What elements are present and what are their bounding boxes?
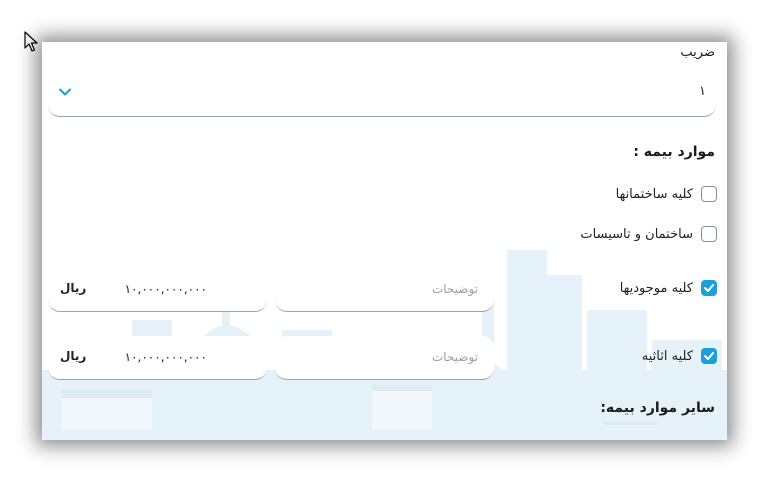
all-inventory-label: کلیه موجودیها: [619, 280, 693, 296]
furniture-amount-input[interactable]: ۱۰,۰۰۰,۰۰۰,۰۰۰ ریال: [48, 336, 267, 380]
checkbox-row-all-inventory[interactable]: کلیه موجودیها: [620, 278, 717, 298]
inventory-description-input[interactable]: توضیحات: [275, 268, 494, 312]
coefficient-label: ضریب: [680, 45, 715, 60]
inventory-amount-unit: ریال: [60, 281, 87, 295]
checkbox-all-buildings[interactable]: [701, 186, 717, 202]
coefficient-select[interactable]: ۱: [48, 70, 716, 117]
all-buildings-label: کلیه ساختمانها: [615, 186, 693, 202]
checkbox-row-all-furniture[interactable]: کلیه اثاثیه: [642, 346, 717, 366]
checkbox-all-furniture[interactable]: [701, 348, 717, 364]
checkmark-icon: [704, 352, 714, 360]
furniture-description-input[interactable]: توضیحات: [275, 336, 494, 380]
building-facilities-label: ساختمان و تاسیسات: [580, 226, 693, 242]
checkbox-row-all-buildings[interactable]: کلیه ساختمانها: [616, 184, 717, 204]
inventory-description-placeholder: توضیحات: [431, 282, 478, 296]
inventory-amount-value: ۱۰,۰۰۰,۰۰۰,۰۰۰: [124, 282, 207, 296]
furniture-amount-value: ۱۰,۰۰۰,۰۰۰,۰۰۰: [124, 350, 207, 364]
other-insurance-items-title: سایر موارد بیمه:: [600, 400, 715, 416]
all-furniture-label: کلیه اثاثیه: [641, 348, 693, 364]
checkbox-all-inventory[interactable]: [701, 280, 717, 296]
inventory-amount-input[interactable]: ۱۰,۰۰۰,۰۰۰,۰۰۰ ریال: [48, 268, 267, 312]
mouse-cursor-icon: [24, 31, 38, 52]
insurance-form-panel: ضریب ۱ موارد بیمه : کلیه ساختمانها ساختم…: [42, 42, 727, 440]
checkbox-building-facilities[interactable]: [701, 226, 717, 242]
furniture-amount-unit: ریال: [60, 349, 87, 363]
checkmark-icon: [704, 284, 714, 292]
checkbox-row-building-facilities[interactable]: ساختمان و تاسیسات: [580, 224, 717, 244]
furniture-description-placeholder: توضیحات: [431, 350, 478, 364]
chevron-down-icon[interactable]: [58, 85, 72, 99]
insurance-items-title: موارد بیمه :: [633, 144, 715, 160]
coefficient-value: ۱: [699, 84, 706, 99]
